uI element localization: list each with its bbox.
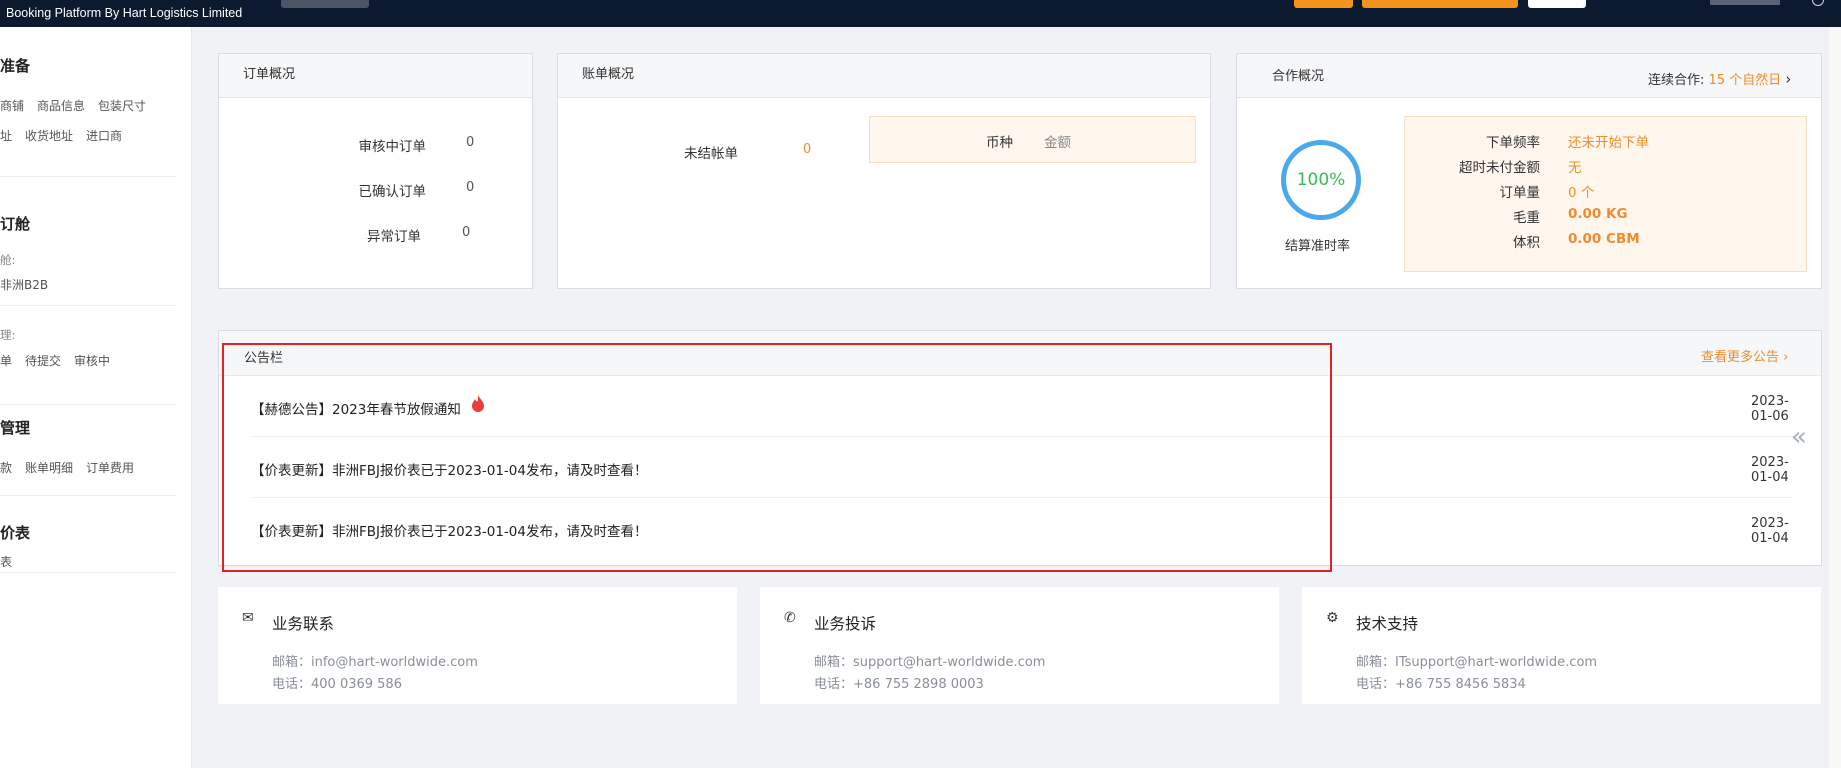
top-bar: Booking Platform By Hart Logistics Limit… [0,0,1841,27]
sidebar-link[interactable]: 非洲B2B [0,278,48,292]
contact-email[interactable]: 邮箱：support@hart-worldwide.com [814,651,1045,670]
sidebar-links: 非洲B2B [0,276,61,293]
currency-table: 币种 金额 [869,116,1196,163]
order-row-label[interactable]: 已确认订单 [306,180,427,200]
coop-stat-row: 订单量 0 个 [1405,181,1808,201]
contact-title: 业务联系 [272,615,335,633]
coop-stat-row: 超时未付金额 无 [1405,156,1808,176]
mail-icon: ✉ [242,610,254,626]
sidebar-links: 款账单明细 订单费用 [0,459,147,476]
currency-header: 币种 [986,135,1013,151]
sidebar-link[interactable]: 订单费用 [86,461,134,475]
order-row-value: 0 [462,225,471,240]
sidebar-links: 表 [0,553,25,570]
top-nav-button[interactable] [281,0,369,8]
notice-date: 2023-01-04 [1751,455,1789,485]
contact-card-business: ✉ 业务联系 邮箱：info@hart-worldwide.com 电话：400… [218,587,737,704]
coop-stats-box: 下单频率 还未开始下单 超时未付金额 无 订单量 0 个 毛重 0.00 KG 体积 0.… [1404,116,1807,272]
sidebar-link[interactable]: 待提交 [25,354,61,368]
sidebar-link[interactable]: 账单明细 [25,461,73,475]
double-chevron-left-icon[interactable]: « [1791,422,1807,452]
continuous-label: 连续合作: [1648,73,1705,88]
more-notices-link[interactable]: 查看更多公告 › [1701,346,1788,365]
order-overview-panel: 订单概况 审核中订单 0 已确认订单 0 异常订单 0 [218,53,533,289]
order-row-label[interactable]: 异常订单 [301,225,421,245]
contact-email[interactable]: 邮箱：ITsupport@hart-worldwide.com [1356,651,1597,670]
stat-value: 0.00 KG [1568,206,1628,222]
sidebar-link[interactable]: 表 [0,555,12,569]
sidebar-section-booking: 订舱 舱: 非洲B2B 理: 单待提交 审核中 [0,177,177,405]
sidebar-title: 管理 [0,419,31,437]
stat-key: 订单量 [1499,185,1541,201]
top-action-button[interactable] [1294,0,1353,8]
amount-header: 金额 [1044,135,1071,151]
sidebar-title: 准备 [0,57,31,75]
contact-title: 技术支持 [1356,615,1419,633]
stat-key: 下单频率 [1486,135,1540,151]
order-row-value: 0 [466,135,475,150]
coop-stat-row: 体积 0.00 CBM [1405,231,1808,251]
contact-card-complaint: ✆ 业务投诉 邮箱：support@hart-worldwide.com 电话：… [760,587,1279,704]
sidebar-link[interactable]: 审核中 [74,354,110,368]
settlement-rate-ring: 100% [1281,140,1361,220]
stat-value: 还未开始下单 [1568,135,1649,151]
sidebar-link[interactable]: 商铺 [0,99,24,113]
bill-overview-panel: 账单概况 未结帐单 0 币种 金额 [557,53,1211,289]
continuous-value: 15 个自然日 [1708,73,1782,88]
sidebar-title: 订舱 [0,215,31,233]
sidebar-link[interactable]: 址 [0,129,12,143]
stat-value: 0 个 [1568,185,1595,201]
top-white-button[interactable] [1528,0,1586,8]
user-circle-icon[interactable] [1812,0,1824,6]
sidebar-links: 址收货地址 进口商 [0,127,135,144]
continuous-coop: 连续合作: 15 个自然日 › [1648,69,1791,88]
sidebar: 准备 商铺 商品信息 包装尺寸 址收货地址 进口商 订舱 舱: 非洲B2B 理: 单待… [0,27,192,768]
sidebar-link[interactable]: 进口商 [86,129,122,143]
sidebar-link[interactable]: 收货地址 [25,129,73,143]
notice-date: 2023-01-04 [1751,516,1789,546]
panel-title: 订单概况 [219,54,532,98]
sidebar-title: 价表 [0,524,31,542]
gear-icon: ⚙ [1326,610,1339,626]
sidebar-link[interactable]: 包装尺寸 [98,99,146,113]
coop-stat-row: 下单频率 还未开始下单 [1405,131,1808,151]
sidebar-section-prepare: 准备 商铺 商品信息 包装尺寸 址收货地址 进口商 [0,27,177,177]
sidebar-sub-label: 理: [0,328,16,342]
sidebar-sub-label: 舱: [0,253,16,267]
brand-title: Booking Platform By Hart Logistics Limit… [6,6,243,20]
stat-value: 0.00 CBM [1568,231,1640,247]
contact-phone: 电话：+86 755 8456 5834 [1356,677,1526,692]
contact-card-tech: ⚙ 技术支持 邮箱：ITsupport@hart-worldwide.com 电… [1302,587,1821,704]
sidebar-link[interactable]: 单 [0,354,12,368]
user-menu[interactable] [1710,0,1780,5]
panel-title: 账单概况 [558,54,1210,98]
stat-key: 毛重 [1513,210,1540,226]
sidebar-section-manage: 管理 款账单明细 订单费用 [0,405,177,496]
sidebar-links: 单待提交 审核中 [0,352,123,369]
sidebar-link[interactable]: 款 [0,461,12,475]
settlement-rate-label: 结算准时率 [1285,239,1351,254]
contact-email[interactable]: 邮箱：info@hart-worldwide.com [272,651,478,670]
sidebar-links: 商铺 商品信息 包装尺寸 [0,97,159,114]
phone-icon: ✆ [784,610,796,626]
contact-phone: 电话：400 0369 586 [272,677,402,692]
coop-overview-panel: 合作概况 连续合作: 15 个自然日 › 100% 结算准时率 下单频率 还未开始… [1236,53,1822,289]
stat-key: 体积 [1513,235,1540,251]
chevron-right-icon[interactable]: › [1785,70,1791,88]
sidebar-section-price: 价表 表 [0,496,177,573]
sidebar-link[interactable]: 商品信息 [37,99,85,113]
unsettled-bill-label[interactable]: 未结帐单 [558,142,738,162]
scrollbar[interactable] [1829,27,1841,768]
coop-stat-row: 毛重 0.00 KG [1405,206,1808,226]
stat-value: 无 [1568,160,1582,176]
unsettled-bill-value: 0 [803,142,812,157]
top-action-button-wide[interactable] [1362,0,1518,8]
stat-key: 超时未付金额 [1459,160,1540,176]
order-row-value: 0 [466,180,475,195]
notice-date: 2023-01-06 [1751,394,1789,424]
order-row-label[interactable]: 审核中订单 [306,135,427,155]
contact-title: 业务投诉 [814,615,877,633]
contact-phone: 电话：+86 755 2898 0003 [814,677,984,692]
highlight-box [222,343,1332,572]
